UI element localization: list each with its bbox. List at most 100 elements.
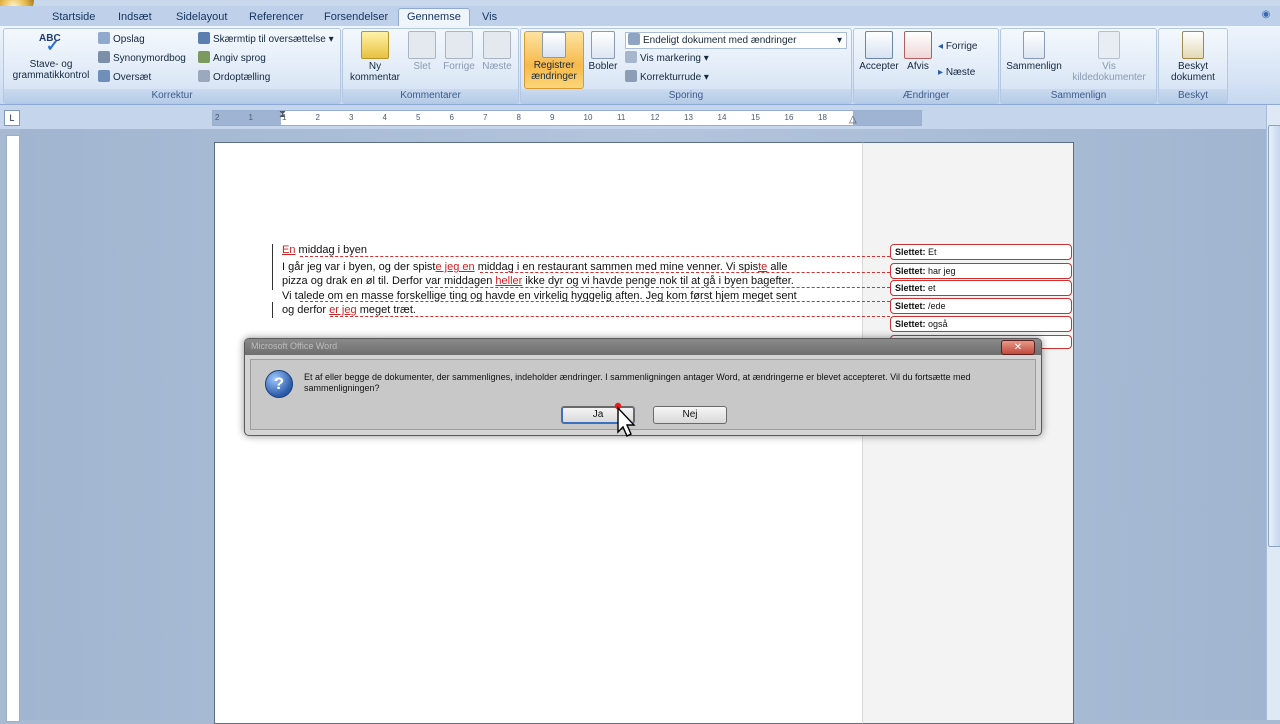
dialog-close-button[interactable]: ✕ xyxy=(1001,340,1035,355)
dialog-body: ? Et af eller begge de dokumenter, der s… xyxy=(250,359,1036,430)
tab-referencer[interactable]: Referencer xyxy=(241,9,311,26)
change-bar xyxy=(272,260,273,290)
group-kommentarer: Ny kommentar Slet Forrige Næste Kommenta… xyxy=(342,28,519,104)
right-indent-marker-icon[interactable]: △ xyxy=(849,114,857,125)
ruler-tick-label: 6 xyxy=(449,113,454,122)
balloon-connector xyxy=(300,301,890,302)
group-label-kommentarer: Kommentarer xyxy=(343,89,518,103)
source-documents-icon xyxy=(1098,31,1120,59)
doc-paragraph-2-line-2[interactable]: og derfor er jeg meget træt. xyxy=(282,304,416,316)
reject-button[interactable]: Afvis xyxy=(902,31,934,72)
close-icon: ✕ xyxy=(1013,342,1023,353)
track-changes-icon xyxy=(542,32,566,58)
accept-button[interactable]: Accepter xyxy=(856,31,902,72)
show-markup-icon xyxy=(625,51,637,63)
set-language-button[interactable]: Angiv sprog xyxy=(198,51,266,67)
protect-document-button[interactable]: Beskyt dokument xyxy=(1161,31,1225,83)
scrollbar-thumb[interactable] xyxy=(1268,125,1280,547)
translation-tooltip-button[interactable]: Skærmtip til oversættelse ▾ xyxy=(198,32,334,48)
next-change-button[interactable]: ▸ Næste xyxy=(938,65,975,81)
research-icon xyxy=(98,32,110,44)
show-markup-button[interactable]: Vis markering ▾ xyxy=(625,51,709,67)
reviewing-pane-button[interactable]: Korrekturrude ▾ xyxy=(625,70,709,86)
previous-change-button[interactable]: ◂ Forrige xyxy=(938,39,978,55)
previous-comment-button[interactable]: Forrige xyxy=(440,31,478,72)
ribbon-tabs: Startside Indsæt Sidelayout Referencer F… xyxy=(0,6,1280,27)
change-bar xyxy=(272,244,273,260)
group-aendringer: Accepter Afvis ◂ Forrige ▸ Næste Ændring… xyxy=(853,28,999,104)
help-icon[interactable]: ◉ xyxy=(1258,9,1274,23)
accept-icon xyxy=(865,31,893,59)
vertical-scrollbar[interactable] xyxy=(1266,105,1280,720)
balloons-icon xyxy=(591,31,615,59)
balloon-connector xyxy=(480,272,890,273)
previous-arrow-icon: ◂ xyxy=(938,41,946,52)
ruler-tick-label: 9 xyxy=(550,113,555,122)
no-button[interactable]: Nej xyxy=(653,406,727,424)
ruler-tick-label: 7 xyxy=(483,113,488,122)
deletion-balloon[interactable]: Slettet: et xyxy=(890,280,1072,296)
tab-vis[interactable]: Vis xyxy=(474,9,505,26)
dialog-title-bar[interactable]: Microsoft Office Word xyxy=(245,339,1041,355)
translate-button[interactable]: Oversæt xyxy=(98,70,151,86)
group-sammenlign: Sammenlign Vis kildedokumenter Sammenlig… xyxy=(1000,28,1157,104)
balloons-button[interactable]: Bobler xyxy=(585,31,621,72)
translate-icon xyxy=(98,70,110,82)
delete-comment-button[interactable]: Slet xyxy=(405,31,439,72)
ruler-tick-label: 4 xyxy=(382,113,387,122)
display-icon xyxy=(628,33,640,45)
spelling-grammar-button[interactable]: ABC ✓ Stave- og grammatikkontrol xyxy=(6,31,96,81)
question-icon: ? xyxy=(265,370,293,398)
track-changes-button[interactable]: Registrer ændringer xyxy=(524,31,584,89)
group-label-sammenlign: Sammenlign xyxy=(1001,89,1156,103)
deletion-balloon[interactable]: Slettet: har jeg xyxy=(890,263,1072,279)
horizontal-ruler[interactable]: 2 1 1 2 3 4 5 6 7 8 9 10 11 12 13 14 15 16 18 ⧗ △ xyxy=(212,109,922,126)
ruler-tick-label: 2 xyxy=(215,113,220,122)
delete-comment-icon xyxy=(408,31,436,59)
synonym-button[interactable]: Synonymordbog xyxy=(98,51,186,67)
previous-comment-icon xyxy=(445,31,473,59)
group-beskyt: Beskyt dokument Beskyt xyxy=(1158,28,1228,104)
next-arrow-icon: ▸ xyxy=(938,67,946,78)
group-sporing: Registrer ændringer Bobler Endeligt doku… xyxy=(520,28,852,104)
tab-forsendelser[interactable]: Forsendelser xyxy=(316,9,396,26)
deletion-balloon[interactable]: Slettet: /ede xyxy=(890,298,1072,314)
protect-lock-icon xyxy=(1182,31,1204,59)
balloon-connector xyxy=(330,316,890,317)
display-for-review-select[interactable]: Endeligt dokument med ændringer ▾ xyxy=(625,32,847,49)
ruler-tick-label: 14 xyxy=(717,113,727,122)
word-count-icon xyxy=(198,70,210,82)
deletion-balloon[interactable]: Slettet: Et xyxy=(890,244,1072,260)
doc-paragraph-1-line-2[interactable]: pizza og drak en øl til. Derfor var midd… xyxy=(282,275,794,287)
word-count-button[interactable]: Ordoptælling xyxy=(198,70,270,86)
vertical-ruler[interactable] xyxy=(6,135,20,722)
opslag-button[interactable]: Opslag xyxy=(98,32,145,48)
show-source-documents-button[interactable]: Vis kildedokumenter xyxy=(1065,31,1153,83)
language-icon xyxy=(198,51,210,63)
tab-selector[interactable]: L xyxy=(4,110,20,126)
ruler-tick-label: 18 xyxy=(818,113,827,122)
deletion-balloon[interactable]: Slettet: også xyxy=(890,316,1072,332)
group-korrektur: ABC ✓ Stave- og grammatikkontrol Opslag … xyxy=(3,28,341,104)
ruler-tick-label: 16 xyxy=(784,113,794,122)
ruler-tick-label: 5 xyxy=(416,113,421,122)
ruler-tick-label: 2 xyxy=(315,113,320,122)
next-comment-button[interactable]: Næste xyxy=(479,31,515,72)
tab-indsaet[interactable]: Indsæt xyxy=(110,9,160,26)
tab-sidelayout[interactable]: Sidelayout xyxy=(168,9,235,26)
compare-warning-dialog: Microsoft Office Word ✕ ? Et af eller be… xyxy=(244,338,1042,436)
abc-check-icon: ABC ✓ xyxy=(39,33,61,55)
tab-startside[interactable]: Startside xyxy=(44,9,103,26)
ribbon: ABC ✓ Stave- og grammatikkontrol Opslag … xyxy=(0,26,1280,105)
indent-marker-icon[interactable]: ⧗ xyxy=(279,109,286,120)
tab-gennemse[interactable]: Gennemse xyxy=(398,8,470,27)
dialog-message: Et af eller begge de dokumenter, der sam… xyxy=(304,372,971,393)
ruler-tick-label: 10 xyxy=(583,113,593,122)
new-comment-button[interactable]: Ny kommentar xyxy=(347,31,403,83)
ruler-tick-label: 12 xyxy=(650,113,660,122)
group-label-sporing: Sporing xyxy=(521,89,851,103)
group-label-aendringer: Ændringer xyxy=(854,89,998,103)
ruler-tick-label: 1 xyxy=(248,113,253,122)
doc-title[interactable]: En middag i byen xyxy=(282,244,367,256)
compare-button[interactable]: Sammenlign xyxy=(1003,31,1065,72)
